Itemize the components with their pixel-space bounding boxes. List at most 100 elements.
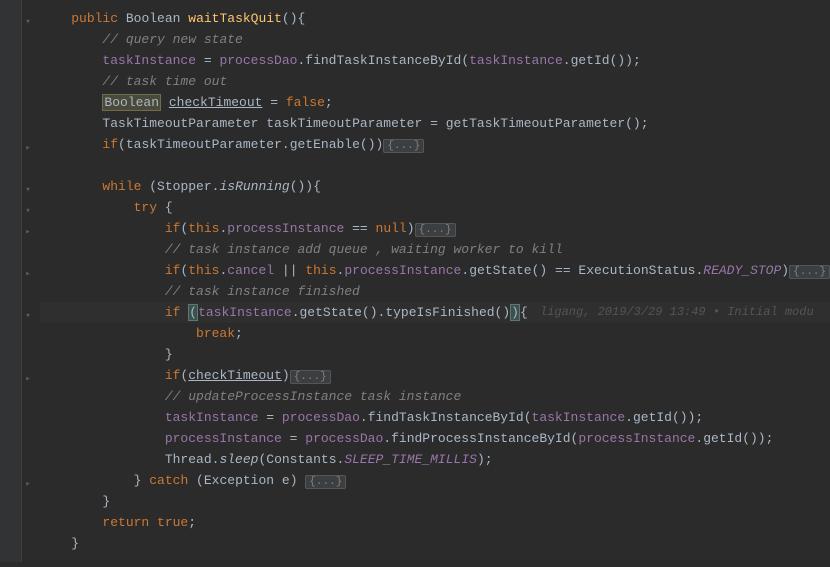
punct: ()); bbox=[610, 53, 641, 68]
punct: . bbox=[625, 410, 633, 425]
code-line[interactable]: } bbox=[40, 533, 830, 554]
code-line[interactable]: ▸ if(taskTimeoutParameter.getEnable()){.… bbox=[40, 134, 830, 155]
fold-marker-icon[interactable]: ▸ bbox=[22, 474, 34, 486]
method-call: getState bbox=[300, 305, 362, 320]
code-line[interactable]: ▸ if(this.processInstance == null){...} bbox=[40, 218, 830, 239]
punct: ) bbox=[407, 221, 415, 236]
code-line[interactable]: } bbox=[40, 491, 830, 512]
comment: // task instance finished bbox=[165, 284, 360, 299]
punct: ) bbox=[282, 368, 290, 383]
method-call: getId bbox=[571, 53, 610, 68]
punct: () == bbox=[532, 263, 579, 278]
method-call: getId bbox=[633, 410, 672, 425]
method-call: findTaskInstanceById bbox=[305, 53, 461, 68]
method-call: getEnable bbox=[290, 137, 360, 152]
class-ref: Stopper bbox=[157, 179, 212, 194]
fold-marker-icon[interactable]: ▸ bbox=[22, 264, 34, 276]
keyword: if bbox=[102, 137, 118, 152]
code-line[interactable]: } bbox=[40, 344, 830, 365]
punct: ( bbox=[141, 179, 157, 194]
punct: } bbox=[134, 473, 150, 488]
comment: // query new state bbox=[102, 32, 242, 47]
code-line[interactable]: Thread.sleep(Constants.SLEEP_TIME_MILLIS… bbox=[40, 449, 830, 470]
method-call: getState bbox=[469, 263, 531, 278]
editor-gutter bbox=[0, 0, 22, 562]
keyword: while bbox=[102, 179, 141, 194]
punct: ) bbox=[781, 263, 789, 278]
fold-marker-icon[interactable]: ▾ bbox=[22, 180, 34, 192]
punct: ); bbox=[477, 452, 493, 467]
var-ref: checkTimeout bbox=[188, 368, 282, 383]
fold-marker-icon[interactable]: ▸ bbox=[22, 369, 34, 381]
code-line[interactable]: processInstance = processDao.findProcess… bbox=[40, 428, 830, 449]
code-line[interactable]: taskInstance = processDao.findTaskInstan… bbox=[40, 50, 830, 71]
code-line[interactable]: // task time out bbox=[40, 71, 830, 92]
fold-marker-icon[interactable]: ▾ bbox=[22, 12, 34, 24]
code-line[interactable]: // query new state bbox=[40, 29, 830, 50]
method-call: getTaskTimeoutParameter bbox=[446, 116, 625, 131]
method-call: findProcessInstanceById bbox=[391, 431, 570, 446]
keyword: catch bbox=[149, 473, 188, 488]
punct: } bbox=[71, 536, 79, 551]
keyword: if bbox=[165, 221, 181, 236]
punct: } bbox=[165, 347, 173, 362]
constant: SLEEP_TIME_MILLIS bbox=[344, 452, 477, 467]
field: taskInstance bbox=[469, 53, 563, 68]
code-line[interactable]: ▾ while (Stopper.isRunning()){ bbox=[40, 176, 830, 197]
punct: . bbox=[360, 410, 368, 425]
fold-ellipsis[interactable]: {...} bbox=[305, 475, 346, 489]
code-line[interactable]: return true; bbox=[40, 512, 830, 533]
code-line-empty[interactable] bbox=[40, 155, 830, 176]
field: taskInstance bbox=[165, 410, 259, 425]
fold-marker-icon[interactable]: ▾ bbox=[22, 306, 34, 318]
method-call: getId bbox=[703, 431, 742, 446]
fold-marker-icon[interactable]: ▸ bbox=[22, 138, 34, 150]
code-line[interactable]: // updateProcessInstance task instance bbox=[40, 386, 830, 407]
code-line[interactable]: break; bbox=[40, 323, 830, 344]
comment: // task time out bbox=[102, 74, 227, 89]
field: processDao bbox=[219, 53, 297, 68]
field: cancel bbox=[227, 263, 274, 278]
static-method: sleep bbox=[219, 452, 258, 467]
code-line-current[interactable]: ▾ if (taskInstance.getState().typeIsFini… bbox=[40, 302, 830, 323]
fold-ellipsis[interactable]: {...} bbox=[415, 223, 456, 237]
vcs-annotation: ligang, 2019/3/29 13:49 • Initial modu bbox=[540, 302, 814, 323]
punct: { bbox=[157, 200, 173, 215]
field: processInstance bbox=[578, 431, 695, 446]
fold-ellipsis[interactable]: {...} bbox=[290, 370, 331, 384]
var: taskTimeoutParameter bbox=[266, 116, 422, 131]
punct: ; bbox=[188, 515, 196, 530]
punct: . bbox=[292, 305, 300, 320]
punct: ()); bbox=[672, 410, 703, 425]
field: taskInstance bbox=[532, 410, 626, 425]
fold-marker-icon[interactable]: ▸ bbox=[22, 222, 34, 234]
punct: (). bbox=[362, 305, 385, 320]
var: e bbox=[282, 473, 290, 488]
code-line[interactable]: TaskTimeoutParameter taskTimeoutParamete… bbox=[40, 113, 830, 134]
code-line[interactable]: ▸ } catch (Exception e) {...} bbox=[40, 470, 830, 491]
code-line[interactable]: ▸ if(checkTimeout){...} bbox=[40, 365, 830, 386]
code-line[interactable]: ▸ if(this.cancel || this.processInstance… bbox=[40, 260, 830, 281]
code-line[interactable]: taskInstance = processDao.findTaskInstan… bbox=[40, 407, 830, 428]
code-line[interactable]: ▾ public Boolean waitTaskQuit(){ bbox=[40, 8, 830, 29]
bracket-highlight: ( bbox=[188, 304, 198, 321]
fold-ellipsis[interactable]: {...} bbox=[789, 265, 830, 279]
code-line[interactable]: // task instance finished bbox=[40, 281, 830, 302]
keyword: if bbox=[165, 305, 181, 320]
code-line[interactable]: Boolean checkTimeout = false; bbox=[40, 92, 830, 113]
punct: ()) bbox=[360, 137, 383, 152]
field: processDao bbox=[282, 410, 360, 425]
punct: ) bbox=[290, 473, 306, 488]
code-area[interactable]: ▾ public Boolean waitTaskQuit(){ // quer… bbox=[22, 8, 830, 554]
code-line[interactable]: ▾ try { bbox=[40, 197, 830, 218]
code-line[interactable]: // task instance add queue , waiting wor… bbox=[40, 239, 830, 260]
code-editor[interactable]: ▾ public Boolean waitTaskQuit(){ // quer… bbox=[0, 0, 830, 562]
punct: (){ bbox=[282, 11, 305, 26]
keyword-this: this bbox=[188, 221, 219, 236]
type: Exception bbox=[204, 473, 282, 488]
op: = bbox=[258, 410, 281, 425]
op: == bbox=[344, 221, 375, 236]
keyword: if bbox=[165, 263, 181, 278]
fold-ellipsis[interactable]: {...} bbox=[383, 139, 424, 153]
fold-marker-icon[interactable]: ▾ bbox=[22, 201, 34, 213]
